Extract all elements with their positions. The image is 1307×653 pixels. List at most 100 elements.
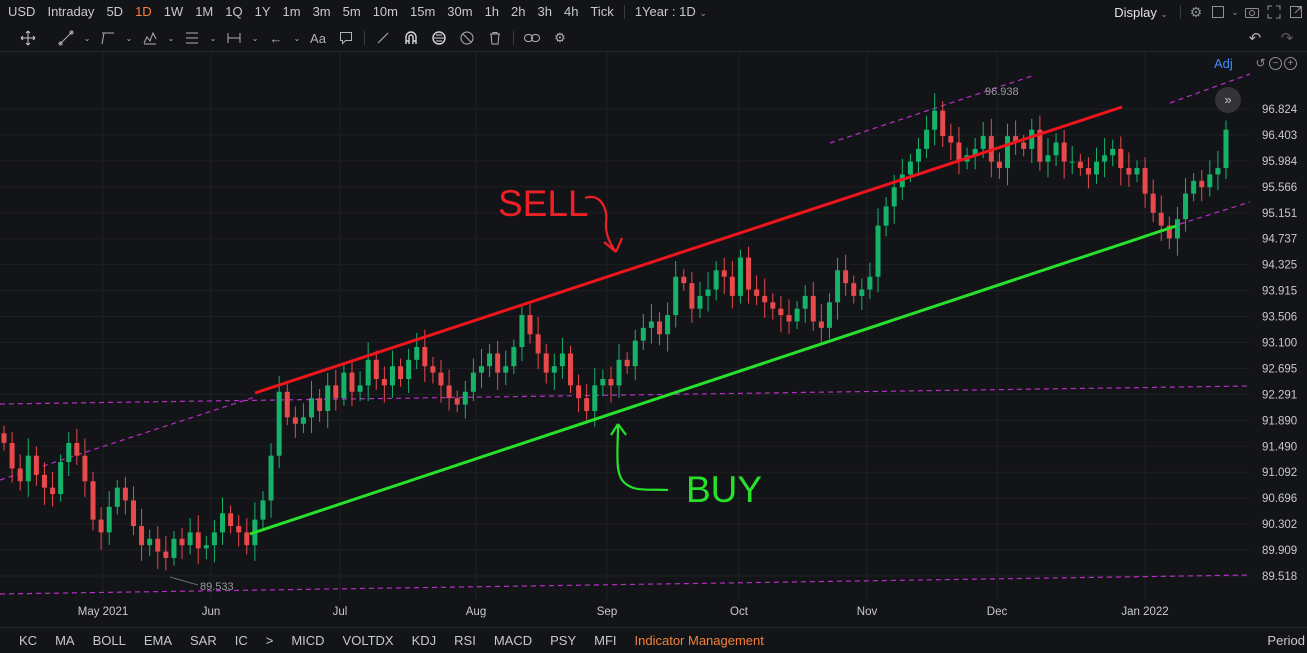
trend-line-tool-icon[interactable] bbox=[52, 25, 80, 51]
tf-1h[interactable]: 1h bbox=[479, 0, 505, 24]
arrow-tool-icon[interactable]: ← bbox=[262, 25, 290, 51]
fullscreen-icon[interactable] bbox=[1263, 1, 1285, 23]
sell-trend-line[interactable] bbox=[254, 105, 1123, 395]
popout-window-icon[interactable] bbox=[1285, 1, 1307, 23]
price-tick-label: 91.092 bbox=[1262, 467, 1297, 479]
tf-10min[interactable]: 10m bbox=[367, 0, 404, 24]
period-button[interactable]: Period bbox=[1267, 633, 1305, 648]
indicator-mfi[interactable]: MFI bbox=[585, 633, 625, 648]
candle-body bbox=[624, 359, 630, 367]
chevron-down-icon[interactable]: ⌄ bbox=[206, 25, 220, 51]
candle-body bbox=[940, 110, 946, 137]
candle-body bbox=[1077, 161, 1083, 169]
note-tool-icon[interactable] bbox=[332, 25, 360, 51]
indicator-psy[interactable]: PSY bbox=[541, 633, 585, 648]
candle-body bbox=[50, 487, 56, 495]
indicator-kdj[interactable]: KDJ bbox=[403, 633, 446, 648]
reset-zoom-icon[interactable]: ↺ bbox=[1254, 57, 1267, 70]
crosshair-move-icon[interactable] bbox=[14, 25, 42, 51]
text-tool-icon[interactable]: Aa bbox=[304, 25, 332, 51]
chevron-down-icon[interactable]: ⌄ bbox=[248, 25, 262, 51]
indicator-ic[interactable]: IC bbox=[226, 633, 257, 648]
magnet-icon[interactable] bbox=[397, 25, 425, 51]
zoom-out-icon[interactable]: − bbox=[1269, 57, 1282, 70]
indicator-boll[interactable]: BOLL bbox=[84, 633, 135, 648]
measure-tool-icon[interactable] bbox=[220, 25, 248, 51]
candle-body bbox=[681, 276, 687, 284]
redo-icon[interactable]: ↷ bbox=[1273, 25, 1301, 51]
indicator-more-chevron[interactable]: > bbox=[257, 633, 283, 648]
indicator-rsi[interactable]: RSI bbox=[445, 633, 485, 648]
indicator-macd[interactable]: MACD bbox=[485, 633, 541, 648]
candle-body bbox=[470, 372, 476, 392]
drawing-settings-icon[interactable]: ⚙ bbox=[546, 25, 574, 51]
chevron-down-icon[interactable]: ⌄ bbox=[80, 25, 94, 51]
hide-drawings-icon[interactable] bbox=[453, 25, 481, 51]
chevron-down-icon[interactable]: ⌄ bbox=[122, 25, 136, 51]
eraser-line-icon[interactable] bbox=[369, 25, 397, 51]
indicator-micd[interactable]: MICD bbox=[282, 633, 333, 648]
candle-body bbox=[883, 206, 889, 226]
sell-annotation: SELL bbox=[498, 183, 589, 224]
indicator-management-link[interactable]: Indicator Management bbox=[626, 633, 773, 648]
adjust-price-button[interactable]: Adj bbox=[1214, 56, 1233, 71]
indicator-sar[interactable]: SAR bbox=[181, 633, 226, 648]
indicator-ma[interactable]: MA bbox=[46, 633, 84, 648]
symbol-label[interactable]: USD bbox=[0, 0, 41, 24]
chevron-down-icon[interactable]: ⌄ bbox=[290, 25, 304, 51]
layout-square-icon[interactable] bbox=[1207, 1, 1229, 23]
chart-canvas[interactable]: 96.824 96.403 95.984 95.566 95.151 94.737 94.3… bbox=[0, 52, 1307, 626]
sync-drawings-icon[interactable] bbox=[425, 25, 453, 51]
candle-body bbox=[1029, 129, 1035, 149]
time-axis[interactable]: May 2021 Jun Jul Aug Sep Oct Nov Dec Jan 2022 bbox=[78, 606, 1169, 618]
tf-30min[interactable]: 30m bbox=[441, 0, 478, 24]
tf-2h[interactable]: 2h bbox=[505, 0, 531, 24]
fibonacci-tool-icon[interactable] bbox=[178, 25, 206, 51]
price-tick-label: 94.325 bbox=[1262, 260, 1297, 272]
display-button[interactable]: Display ⌄ bbox=[1114, 5, 1168, 20]
candle-body bbox=[365, 359, 371, 386]
candle-body bbox=[778, 308, 784, 316]
divider bbox=[1180, 5, 1181, 19]
tf-1q[interactable]: 1Q bbox=[219, 0, 248, 24]
time-tick-label: Jul bbox=[333, 606, 348, 618]
tf-intraday[interactable]: Intraday bbox=[41, 0, 100, 24]
pattern-tool-icon[interactable] bbox=[136, 25, 164, 51]
candle-body bbox=[1174, 219, 1180, 239]
price-chart[interactable]: 96.824 96.403 95.984 95.566 95.151 94.737 94.3… bbox=[0, 52, 1307, 626]
tf-1d[interactable]: 1D bbox=[129, 0, 158, 24]
price-axis[interactable]: 96.824 96.403 95.984 95.566 95.151 94.737 94.3… bbox=[1262, 104, 1298, 583]
expand-panel-button[interactable]: » bbox=[1215, 87, 1241, 113]
candle-body bbox=[1118, 148, 1124, 169]
ray-tool-icon[interactable] bbox=[94, 25, 122, 51]
indicator-ema[interactable]: EMA bbox=[135, 633, 181, 648]
candle-body bbox=[446, 385, 452, 399]
candle-body bbox=[406, 359, 412, 379]
candle-body bbox=[325, 385, 331, 411]
camera-icon[interactable] bbox=[1241, 1, 1263, 23]
candle-body bbox=[171, 538, 177, 558]
undo-icon[interactable]: ↶ bbox=[1241, 25, 1269, 51]
tf-1w[interactable]: 1W bbox=[158, 0, 190, 24]
indicator-voltdx[interactable]: VOLTDX bbox=[334, 633, 403, 648]
tf-1min[interactable]: 1m bbox=[277, 0, 307, 24]
chevron-down-icon[interactable]: ⌄ bbox=[164, 25, 178, 51]
tf-15min[interactable]: 15m bbox=[404, 0, 441, 24]
tf-1y[interactable]: 1Y bbox=[249, 0, 277, 24]
range-select[interactable]: 1Year : 1D ⌄ bbox=[629, 0, 713, 25]
tf-5d[interactable]: 5D bbox=[100, 0, 129, 24]
tf-3min[interactable]: 3m bbox=[307, 0, 337, 24]
tf-5min[interactable]: 5m bbox=[337, 0, 367, 24]
tf-1m[interactable]: 1M bbox=[189, 0, 219, 24]
tf-4h[interactable]: 4h bbox=[558, 0, 584, 24]
tf-3h[interactable]: 3h bbox=[532, 0, 558, 24]
settings-gear-icon[interactable]: ⚙ bbox=[1185, 1, 1207, 23]
candle-body bbox=[66, 442, 72, 463]
chevron-down-icon[interactable]: ⌄ bbox=[1229, 1, 1241, 23]
zoom-in-icon[interactable]: + bbox=[1284, 57, 1297, 70]
candle-body bbox=[292, 417, 298, 424]
indicator-kc[interactable]: KC bbox=[0, 633, 46, 648]
trash-icon[interactable] bbox=[481, 25, 509, 51]
link-chain-icon[interactable] bbox=[518, 25, 546, 51]
tf-tick[interactable]: Tick bbox=[584, 0, 619, 24]
